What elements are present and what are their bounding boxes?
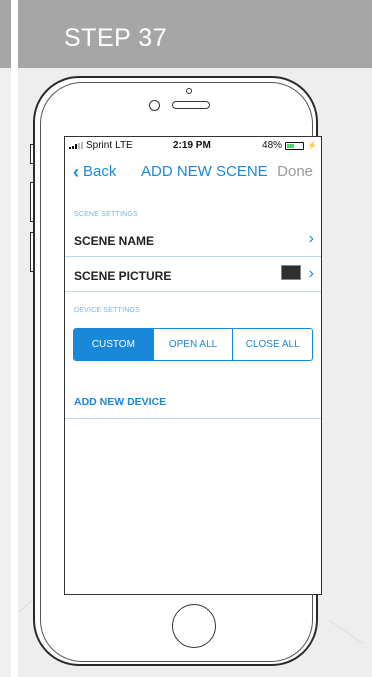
network-type: LTE	[115, 140, 133, 151]
scene-name-label: SCENE NAME	[74, 234, 155, 248]
scene-picture-row[interactable]: SCENE PICTURE ›	[65, 258, 321, 292]
phone-sensor-icon	[149, 100, 160, 111]
scene-picture-label: SCENE PICTURE	[74, 269, 172, 283]
carrier-info: Sprint LTE	[69, 140, 133, 151]
phone-side-button	[30, 232, 34, 272]
add-new-device-row[interactable]: ADD NEW DEVICE	[65, 387, 321, 419]
carrier-name: Sprint	[86, 140, 113, 151]
done-button[interactable]: Done	[277, 163, 313, 180]
battery-percent: 48%	[262, 140, 283, 151]
phone-screen: Sprint LTE 2:19 PM 48% ⚡ ‹ Back ADD NEW …	[64, 136, 322, 595]
nav-title: ADD NEW SCENE	[141, 163, 268, 180]
phone-side-button	[30, 182, 34, 222]
phone-camera-icon	[186, 88, 192, 94]
step-title: STEP 37	[64, 24, 168, 52]
status-time: 2:19 PM	[173, 140, 211, 151]
scene-name-row[interactable]: SCENE NAME ›	[65, 223, 321, 257]
phone-side-button	[30, 144, 34, 164]
status-bar: Sprint LTE 2:19 PM 48% ⚡	[65, 137, 321, 153]
segment-close-all[interactable]: CLOSE ALL	[233, 329, 312, 360]
chevron-left-icon: ‹	[73, 161, 79, 182]
scene-settings-header: SCENE SETTINGS	[74, 211, 138, 218]
chevron-right-icon: ›	[308, 265, 314, 282]
segment-open-all[interactable]: OPEN ALL	[154, 329, 234, 360]
battery-status: 48% ⚡	[262, 140, 317, 151]
step-header: STEP 37	[18, 0, 372, 68]
battery-icon	[285, 141, 305, 150]
add-new-device-label: ADD NEW DEVICE	[74, 396, 167, 408]
signal-icon	[69, 142, 83, 149]
segment-custom[interactable]: CUSTOM	[74, 329, 154, 360]
navigation-bar: ‹ Back ADD NEW SCENE Done	[65, 161, 321, 187]
chevron-right-icon: ›	[308, 230, 314, 247]
scene-picture-thumbnail	[281, 265, 301, 280]
left-header-strip	[0, 0, 11, 68]
device-settings-header: DEVICE SETTINGS	[74, 307, 141, 314]
back-label: Back	[83, 163, 117, 180]
phone-home-button[interactable]	[172, 604, 216, 648]
device-mode-segmented-control: CUSTOM OPEN ALL CLOSE ALL	[73, 328, 313, 361]
back-button[interactable]: ‹ Back	[73, 161, 117, 182]
left-page-strip	[0, 0, 11, 677]
phone-speaker-icon	[172, 101, 210, 109]
charging-bolt-icon: ⚡	[307, 141, 317, 150]
